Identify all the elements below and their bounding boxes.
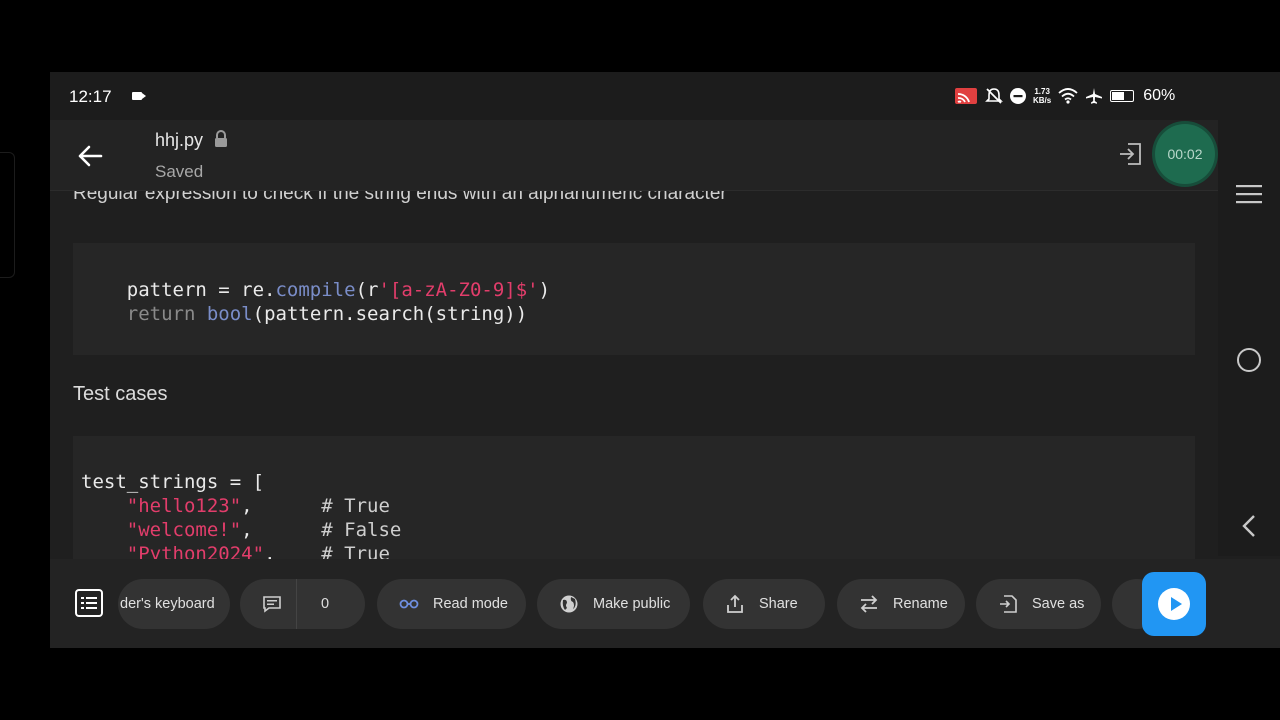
status-icons: 1.73 KB/s 60% xyxy=(954,86,1175,106)
notebook-content: Regular expression to check if the strin… xyxy=(50,191,1218,559)
code-line: pattern = re.compile(r'[a-zA-Z0-9]$') xyxy=(126,279,551,301)
back-chevron-icon[interactable] xyxy=(1240,514,1258,538)
play-icon xyxy=(1158,588,1190,620)
keyboard-button[interactable]: der's keyboard xyxy=(118,579,230,629)
comment-icon xyxy=(263,596,281,613)
save-as-label: Save as xyxy=(1032,596,1085,612)
rename-label: Rename xyxy=(893,596,948,612)
read-mode-label: Read mode xyxy=(433,596,508,612)
battery-percent: 60% xyxy=(1143,87,1176,104)
airplane-icon xyxy=(1086,88,1103,104)
globe-icon xyxy=(560,595,578,613)
make-public-label: Make public xyxy=(593,596,671,612)
section-heading: Test cases xyxy=(73,383,168,405)
document-list-icon[interactable] xyxy=(75,589,103,617)
code-line: "Python2024", # True xyxy=(126,543,390,559)
battery-icon xyxy=(1110,90,1135,102)
device-screen: 12:17 1.73 KB/s 60% hhj.py Saved 00:02 Re… xyxy=(50,72,1280,648)
home-circle-icon[interactable] xyxy=(1237,348,1261,372)
code-line: return bool(pattern.search(string)) xyxy=(126,303,528,325)
net-speed: 1.73 KB/s xyxy=(1033,87,1052,105)
glasses-icon xyxy=(399,599,419,609)
save-as-button[interactable]: Save as xyxy=(976,579,1101,629)
exit-icon[interactable] xyxy=(1118,140,1144,168)
save-as-icon xyxy=(1000,595,1017,613)
side-edge-bar xyxy=(0,152,15,278)
recents-menu-icon[interactable] xyxy=(1236,184,1262,204)
code-line: test_strings = [ xyxy=(81,471,265,493)
save-status: Saved xyxy=(155,162,204,181)
code-cell-2[interactable]: test_strings = [ "hello123", # True "wel… xyxy=(73,436,1195,559)
keyboard-label: der's keyboard xyxy=(120,596,215,612)
bottom-toolbar: der's keyboard 0 Read mode Make public S… xyxy=(50,559,1280,648)
lock-icon xyxy=(215,130,227,147)
cast-icon xyxy=(955,88,977,104)
make-public-button[interactable]: Make public xyxy=(537,579,690,629)
recording-timer[interactable]: 00:02 xyxy=(1155,124,1215,184)
dnd-icon xyxy=(1010,88,1026,104)
markdown-text: Regular expression to check if the strin… xyxy=(73,191,727,204)
run-button[interactable] xyxy=(1142,572,1206,636)
code-line: "hello123", # True xyxy=(126,495,390,517)
divider xyxy=(296,579,297,629)
swap-arrows-icon xyxy=(860,595,878,613)
file-name[interactable]: hhj.py xyxy=(155,130,203,151)
screen-record-icon xyxy=(132,92,146,100)
share-label: Share xyxy=(759,596,798,612)
comments-button[interactable]: 0 xyxy=(240,579,365,629)
code-cell-1[interactable]: pattern = re.compile(r'[a-zA-Z0-9]$') re… xyxy=(73,243,1195,355)
status-time: 12:17 xyxy=(69,87,112,106)
read-mode-button[interactable]: Read mode xyxy=(377,579,526,629)
mute-bell-icon xyxy=(985,88,1003,104)
wifi-icon xyxy=(1058,88,1078,104)
comment-count: 0 xyxy=(321,596,330,612)
share-button[interactable]: Share xyxy=(703,579,825,629)
app-bar: hhj.py Saved xyxy=(50,120,1218,191)
share-icon xyxy=(727,594,743,613)
status-bar: 12:17 1.73 KB/s 60% xyxy=(50,72,1280,120)
back-arrow-icon[interactable] xyxy=(76,142,104,170)
code-line: "welcome!", # False xyxy=(126,519,402,541)
rename-button[interactable]: Rename xyxy=(837,579,965,629)
